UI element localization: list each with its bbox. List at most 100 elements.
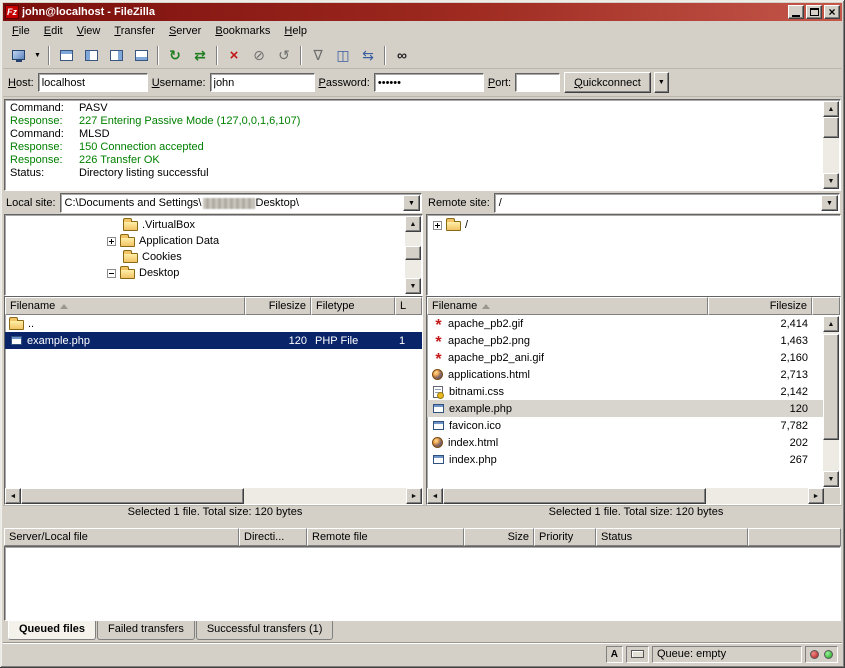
- tree-item-application-data[interactable]: Application Data: [5, 233, 405, 249]
- quickconnect-button[interactable]: Quickconnect: [564, 72, 651, 93]
- find-files-button[interactable]: ∞: [390, 44, 414, 67]
- directory-compare-button[interactable]: ◫: [331, 44, 355, 67]
- menu-bookmarks[interactable]: Bookmarks: [208, 21, 277, 42]
- column-header-priority[interactable]: Priority: [534, 528, 596, 546]
- tree-item-virtualbox[interactable]: .VirtualBox: [5, 217, 405, 233]
- column-header-filename[interactable]: Filename: [5, 297, 245, 315]
- scroll-left-button[interactable]: ◄: [427, 488, 443, 504]
- local-path-combo[interactable]: C:\Documents and Settings\Desktop\ ▼: [60, 193, 422, 213]
- filename-text: apache_pb2.png: [448, 335, 530, 347]
- toggle-queue-button[interactable]: [129, 44, 153, 67]
- scroll-track[interactable]: [443, 488, 808, 504]
- scroll-right-button[interactable]: ►: [808, 488, 824, 504]
- column-header-last-modified[interactable]: L: [395, 297, 422, 315]
- scroll-thumb[interactable]: [405, 246, 421, 260]
- menu-edit[interactable]: Edit: [37, 21, 70, 42]
- scroll-up-button[interactable]: ▲: [405, 216, 421, 232]
- cancel-operation-button[interactable]: ×: [222, 44, 246, 67]
- remote-list-hscrollbar[interactable]: ◄ ►: [427, 488, 840, 504]
- column-header-size[interactable]: Size: [464, 528, 534, 546]
- menu-server[interactable]: Server: [162, 21, 208, 42]
- scroll-thumb[interactable]: [21, 488, 244, 504]
- process-queue-button[interactable]: ⇄: [188, 44, 212, 67]
- scroll-down-button[interactable]: ▼: [405, 278, 421, 294]
- file-row-example-php-selected[interactable]: example.php120: [427, 400, 824, 417]
- scroll-track[interactable]: [21, 488, 406, 504]
- expand-icon[interactable]: [107, 237, 116, 246]
- file-row[interactable]: index.php267: [427, 451, 824, 468]
- remote-path-dropdown-button[interactable]: ▼: [821, 195, 838, 211]
- expand-icon[interactable]: [433, 221, 442, 230]
- queue-list-empty[interactable]: [4, 546, 841, 621]
- scroll-right-button[interactable]: ►: [406, 488, 422, 504]
- column-header-remote-file[interactable]: Remote file: [307, 528, 464, 546]
- tab-successful-transfers[interactable]: Successful transfers (1): [196, 621, 334, 640]
- menu-help[interactable]: Help: [277, 21, 314, 42]
- port-input[interactable]: [515, 73, 560, 92]
- tab-failed-transfers[interactable]: Failed transfers: [97, 621, 195, 640]
- scroll-thumb[interactable]: [823, 117, 839, 138]
- username-input[interactable]: [210, 73, 315, 92]
- html-file-icon: [432, 437, 443, 448]
- selection-status-row: Selected 1 file. Total size: 120 bytes S…: [3, 505, 842, 525]
- tree-item-root[interactable]: /: [427, 217, 823, 233]
- scroll-thumb[interactable]: [823, 334, 839, 440]
- window-close-button[interactable]: ×: [824, 5, 840, 19]
- remote-site-header: Remote site: / ▼: [426, 192, 841, 214]
- file-row[interactable]: apache_pb2_ani.gif2,160: [427, 349, 824, 366]
- menu-view[interactable]: View: [70, 21, 108, 42]
- password-input[interactable]: [374, 73, 484, 92]
- column-header-server-local-file[interactable]: Server/Local file: [4, 528, 239, 546]
- column-header-filesize[interactable]: Filesize: [708, 297, 812, 315]
- file-row-example-php-selected[interactable]: example.php 120 PHP File 1: [5, 332, 422, 349]
- file-row[interactable]: index.html202: [427, 434, 824, 451]
- toggle-message-log-button[interactable]: [54, 44, 78, 67]
- remote-path-combo[interactable]: / ▼: [494, 193, 840, 213]
- toggle-remote-tree-button[interactable]: [104, 44, 128, 67]
- log-scrollbar[interactable]: ▲ ▼: [823, 101, 839, 189]
- local-tree-scrollbar[interactable]: ▲ ▼: [405, 216, 421, 294]
- file-row-parent-dir[interactable]: ..: [5, 315, 422, 332]
- scroll-track[interactable]: [823, 332, 839, 471]
- file-row[interactable]: apache_pb2.gif2,414: [427, 315, 824, 332]
- tree-item-desktop[interactable]: Desktop: [5, 265, 405, 281]
- remote-list-vscrollbar[interactable]: ▲ ▼: [823, 316, 839, 487]
- column-header-direction[interactable]: Directi...: [239, 528, 307, 546]
- menu-transfer[interactable]: Transfer: [107, 21, 162, 42]
- tree-item-cookies[interactable]: Cookies: [5, 249, 405, 265]
- scroll-down-button[interactable]: ▼: [823, 471, 839, 487]
- column-header-filename[interactable]: Filename: [427, 297, 708, 315]
- disconnect-button[interactable]: ⊘: [247, 44, 271, 67]
- scroll-left-button[interactable]: ◄: [5, 488, 21, 504]
- scroll-down-button[interactable]: ▼: [823, 173, 839, 189]
- scroll-track[interactable]: [405, 232, 421, 278]
- column-header-status[interactable]: Status: [596, 528, 748, 546]
- file-row[interactable]: applications.html2,713: [427, 366, 824, 383]
- refresh-button[interactable]: ↻: [163, 44, 187, 67]
- window-maximize-button[interactable]: [806, 5, 822, 19]
- host-input[interactable]: [38, 73, 148, 92]
- site-manager-button[interactable]: [6, 44, 30, 67]
- local-path-dropdown-button[interactable]: ▼: [403, 195, 420, 211]
- sync-browsing-button[interactable]: ⇆: [356, 44, 380, 67]
- collapse-icon[interactable]: [107, 269, 116, 278]
- filter-button[interactable]: ∇: [306, 44, 330, 67]
- site-manager-dropdown-button[interactable]: ▼: [31, 44, 44, 67]
- file-row[interactable]: bitnami.css2,142: [427, 383, 824, 400]
- reconnect-button[interactable]: ↺: [272, 44, 296, 67]
- scroll-up-button[interactable]: ▲: [823, 101, 839, 117]
- menu-file[interactable]: File: [5, 21, 37, 42]
- tab-queued-files[interactable]: Queued files: [8, 621, 96, 640]
- local-list-hscrollbar[interactable]: ◄ ►: [5, 488, 422, 504]
- scroll-thumb[interactable]: [443, 488, 706, 504]
- file-row[interactable]: apache_pb2.png1,463: [427, 332, 824, 349]
- quickconnect-dropdown-button[interactable]: ▼: [654, 72, 669, 93]
- file-row[interactable]: favicon.ico7,782: [427, 417, 824, 434]
- toggle-local-tree-button[interactable]: [79, 44, 103, 67]
- scroll-track[interactable]: [823, 117, 839, 173]
- column-header-filetype[interactable]: Filetype: [311, 297, 395, 315]
- title-bar[interactable]: Fz john@localhost - FileZilla ×: [3, 3, 842, 21]
- column-header-filesize[interactable]: Filesize: [245, 297, 311, 315]
- window-minimize-button[interactable]: [788, 5, 804, 19]
- scroll-up-button[interactable]: ▲: [823, 316, 839, 332]
